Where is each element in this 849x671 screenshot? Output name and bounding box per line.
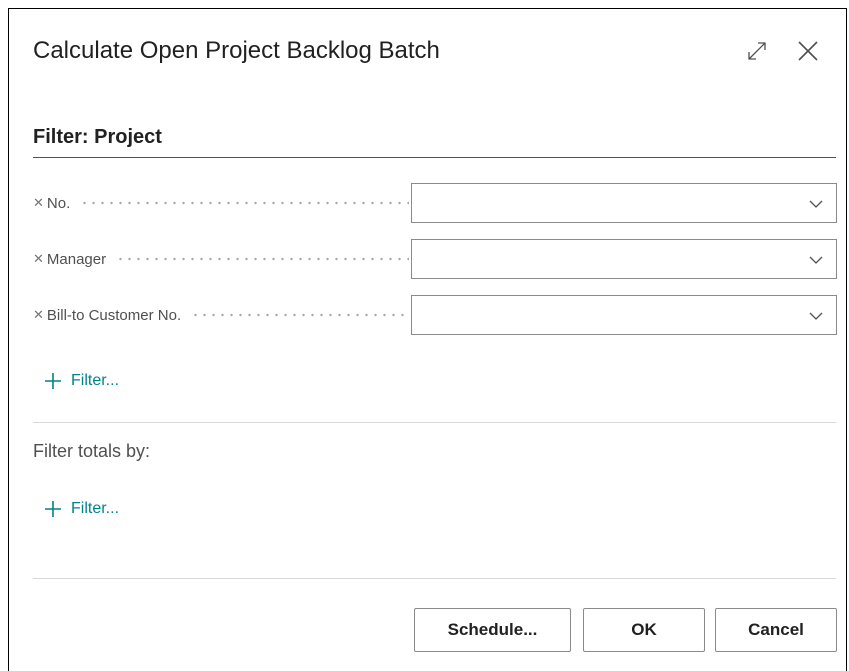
filter-field-bill-to-customer-no: ✕ Bill-to Customer No. bbox=[33, 295, 837, 335]
remove-x-icon[interactable]: ✕ bbox=[33, 251, 44, 267]
filter-totals-label: Filter totals by: bbox=[33, 441, 151, 461]
leader-dots bbox=[80, 201, 409, 205]
remove-x-icon[interactable]: ✕ bbox=[33, 307, 44, 323]
plus-icon bbox=[45, 373, 61, 389]
add-filter-label: Filter... bbox=[71, 372, 120, 389]
remove-x-icon[interactable]: ✕ bbox=[33, 195, 44, 211]
field-label: Bill-to Customer No. bbox=[46, 306, 182, 324]
field-label-row: ✕ Manager bbox=[33, 239, 415, 279]
leader-dots bbox=[116, 257, 409, 261]
field-label-row: ✕ Bill-to Customer No. bbox=[33, 295, 415, 335]
add-filter-link[interactable]: Filter... bbox=[43, 369, 119, 393]
schedule-button[interactable]: Schedule... bbox=[414, 608, 571, 652]
add-filter-label: Filter... bbox=[71, 500, 120, 517]
dialog: Calculate Open Project Backlog Batch Fil… bbox=[8, 8, 847, 671]
close-button[interactable] bbox=[794, 37, 822, 65]
filter-field-manager: ✕ Manager bbox=[33, 239, 837, 279]
field-label: Manager bbox=[46, 250, 107, 268]
dialog-title: Calculate Open Project Backlog Batch bbox=[33, 37, 440, 64]
section-divider bbox=[33, 422, 836, 423]
chevron-down-icon[interactable] bbox=[808, 308, 824, 324]
chevron-down-icon[interactable] bbox=[808, 252, 824, 268]
leader-dots bbox=[191, 313, 409, 317]
add-totals-filter-link[interactable]: Filter... bbox=[43, 497, 119, 521]
expand-diagonal-icon bbox=[748, 42, 766, 60]
section-divider bbox=[33, 157, 836, 158]
field-label-row: ✕ No. bbox=[33, 183, 415, 223]
cancel-button[interactable]: Cancel bbox=[715, 608, 837, 652]
field-label: No. bbox=[46, 194, 71, 212]
chevron-down-icon[interactable] bbox=[808, 196, 824, 212]
filter-field-no: ✕ No. bbox=[33, 183, 837, 223]
close-icon bbox=[798, 41, 818, 61]
bill-to-customer-no-dropdown[interactable] bbox=[411, 295, 837, 335]
filter-section-heading: Filter: Project bbox=[33, 126, 162, 148]
footer-divider bbox=[33, 578, 836, 579]
expand-button[interactable] bbox=[743, 37, 771, 65]
manager-dropdown[interactable] bbox=[411, 239, 837, 279]
no-dropdown[interactable] bbox=[411, 183, 837, 223]
ok-button[interactable]: OK bbox=[583, 608, 705, 652]
plus-icon bbox=[45, 501, 61, 517]
